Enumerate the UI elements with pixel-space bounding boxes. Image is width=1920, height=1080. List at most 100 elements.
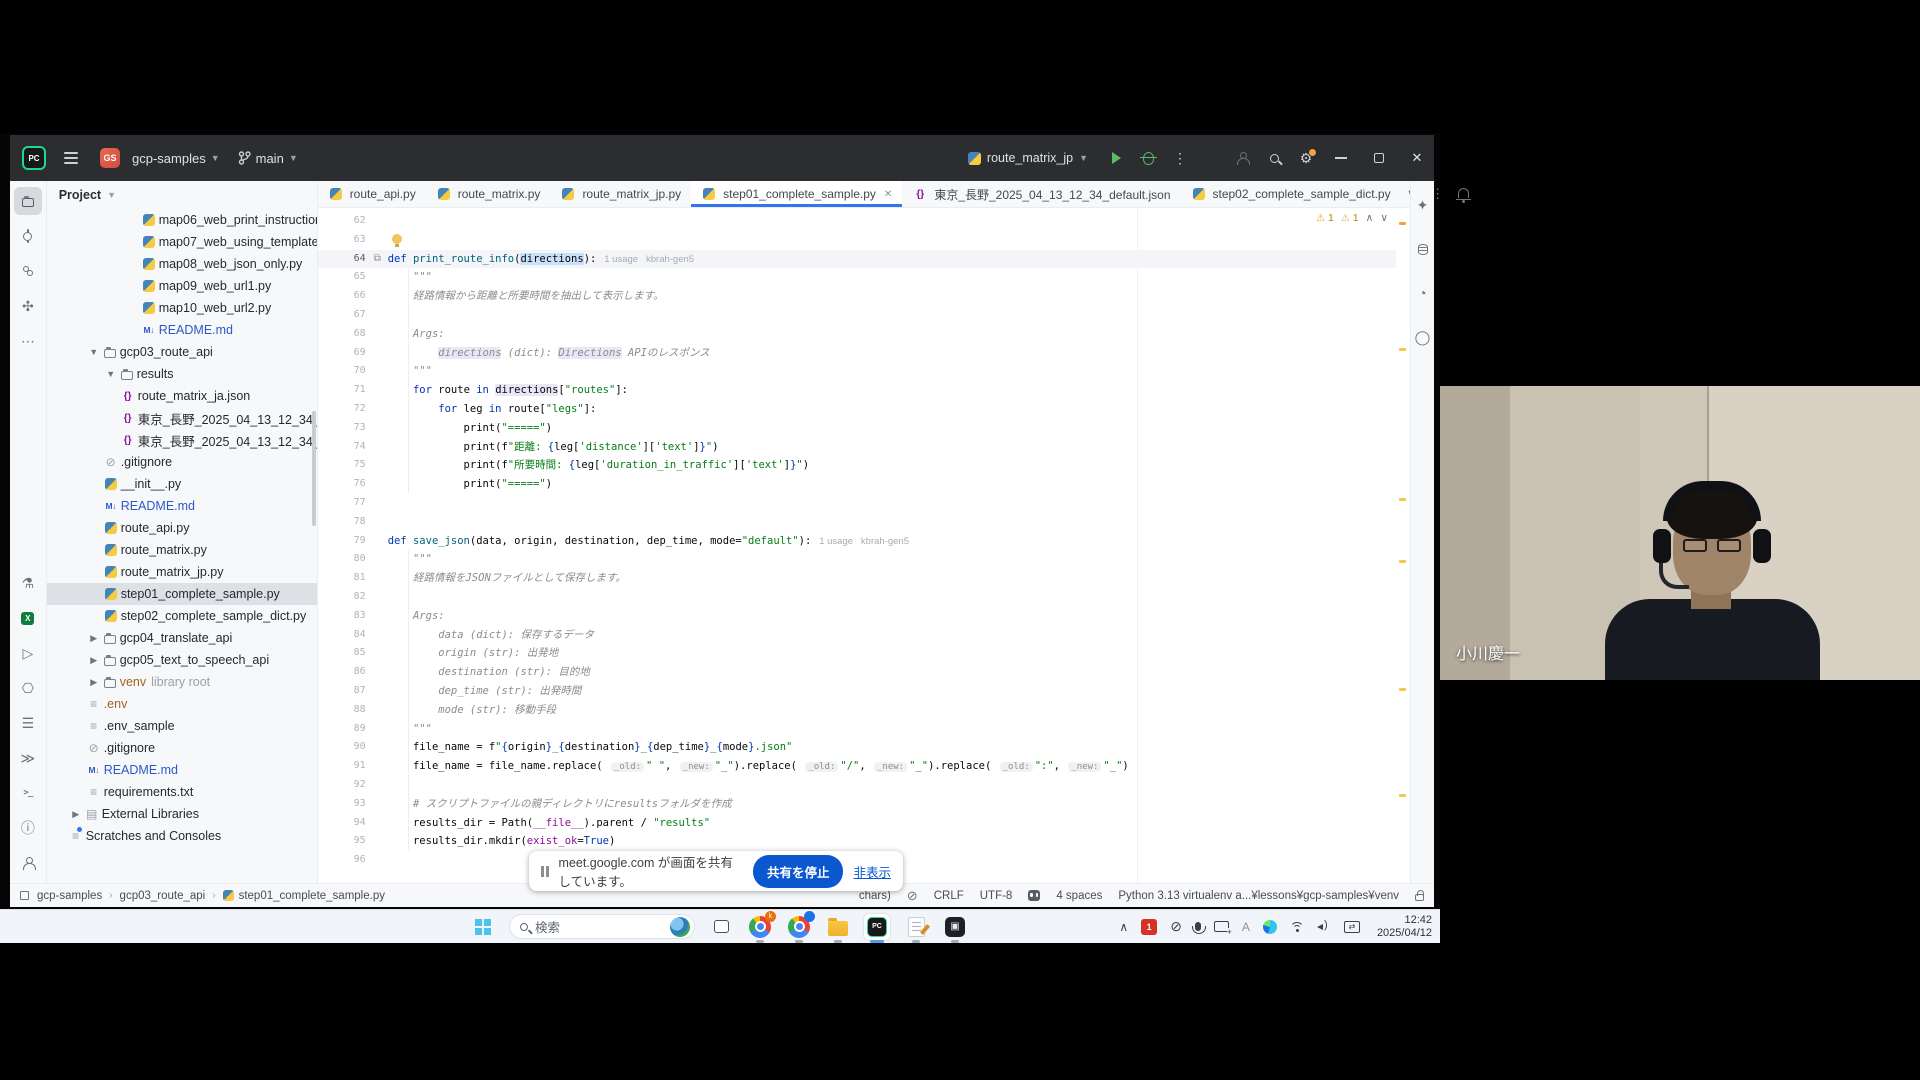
vcs-branch-selector[interactable]: main ▼ (238, 151, 298, 166)
dark-app-button[interactable]: ▣ (942, 914, 968, 940)
tree-item[interactable]: route_matrix.py (47, 539, 317, 561)
ring-tool-icon[interactable]: ◯ (1409, 323, 1437, 351)
editor-tab[interactable]: {}東京_長野_2025_04_13_12_34_default.json (902, 181, 1180, 207)
ai-assistant-icon[interactable]: ✦ (1409, 191, 1437, 219)
tree-item[interactable]: ⊘.gitignore (47, 451, 317, 473)
python-packages-icon[interactable]: ⎔ (14, 674, 42, 702)
project-scrollbar[interactable] (312, 411, 316, 526)
tree-item[interactable]: M↓README.md (47, 759, 317, 781)
donut-tool-icon[interactable]: ◔ (1409, 279, 1437, 307)
breadcrumb-file[interactable]: step01_complete_sample.py (239, 890, 385, 902)
stripe-warning-mark[interactable] (1399, 560, 1406, 563)
tree-item[interactable]: ▶▤External Libraries (47, 803, 317, 825)
meet-date-badge[interactable]: 1 (1141, 919, 1157, 935)
tree-item[interactable]: map09_web_url1.py (47, 275, 317, 297)
editor-tab[interactable]: step01_complete_sample.py✕ (691, 181, 902, 207)
no-highlight-icon[interactable]: ⊘ (907, 888, 918, 904)
interpreter-widget[interactable]: Python 3.13 virtualenv a...¥lessons¥gcp-… (1118, 890, 1399, 902)
code-editor[interactable]: 626364⧉def print_route_info(directions):… (318, 208, 1410, 883)
tree-item[interactable]: ⊘.gitignore (47, 737, 317, 759)
run-button[interactable] (1102, 145, 1130, 171)
ime-language-icon[interactable]: ⇄ (1344, 921, 1360, 933)
chrome-profile2-button[interactable] (786, 914, 812, 940)
close-tab-icon[interactable]: ✕ (884, 189, 892, 200)
prev-problem-icon[interactable]: ∧ (1366, 212, 1374, 224)
editor-tab[interactable]: step02_complete_sample_dict.py (1181, 181, 1401, 207)
breadcrumb-folder[interactable]: gcp03_route_api (120, 890, 206, 902)
tree-item[interactable]: route_matrix_jp.py (47, 561, 317, 583)
pycharm-taskbar-button[interactable]: PC (864, 914, 890, 940)
tree-item[interactable]: ▶venvlibrary root (47, 671, 317, 693)
tree-item[interactable]: M↓README.md (47, 319, 317, 341)
notifications-bell-button[interactable] (1453, 183, 1475, 205)
tree-item[interactable]: ≡.env (47, 693, 317, 715)
tree-item[interactable]: map10_web_url2.py (47, 297, 317, 319)
tree-item[interactable]: ▶gcp05_text_to_speech_api (47, 649, 317, 671)
problems-icon[interactable]: ⓘ (14, 814, 42, 842)
debug-button[interactable] (1134, 145, 1162, 171)
close-button[interactable]: ✕ (1400, 143, 1434, 173)
commit-icon[interactable] (14, 222, 42, 250)
tree-item[interactable]: {}route_matrix_ja.json (47, 385, 317, 407)
tree-item[interactable]: map07_web_using_template.py (47, 231, 317, 253)
notepad-button[interactable] (903, 914, 929, 940)
database-icon[interactable] (1409, 235, 1437, 263)
gutter-usage-icon[interactable]: ⧉ (374, 250, 381, 269)
editor-tab[interactable]: route_matrix.py (426, 181, 551, 207)
file-explorer-button[interactable] (825, 914, 851, 940)
wifi-icon[interactable] (1290, 922, 1304, 932)
volume-icon[interactable] (1317, 921, 1331, 933)
hidden-eye-icon[interactable]: ⊘ (1170, 918, 1182, 935)
edge-browser-icon[interactable] (1263, 920, 1277, 934)
cast-screen-icon[interactable] (1214, 921, 1229, 932)
breadcrumb-project[interactable]: gcp-samples (37, 890, 102, 902)
stripe-warning-mark[interactable] (1399, 794, 1406, 797)
main-menu-icon[interactable] (56, 144, 86, 172)
lock-icon[interactable] (1415, 894, 1424, 901)
inspections-widget[interactable]: ⚠ 1 ⚠ 1 ∧ ∨ (1316, 212, 1388, 224)
encoding-widget[interactable]: UTF-8 (980, 890, 1013, 902)
microphone-icon[interactable] (1195, 922, 1201, 931)
tree-item[interactable]: ≡.env_sample (47, 715, 317, 737)
pull-requests-icon[interactable] (14, 257, 42, 285)
project-selector[interactable]: GS gcp-samples ▼ (100, 148, 220, 168)
stripe-warning-mark[interactable] (1399, 688, 1406, 691)
stripe-warning-mark[interactable] (1399, 222, 1406, 225)
task-view-button[interactable] (708, 914, 734, 940)
run-configuration-selector[interactable]: route_matrix_jp ▼ (968, 151, 1088, 165)
intention-bulb-icon[interactable] (392, 234, 402, 244)
next-problem-icon[interactable]: ∨ (1380, 212, 1388, 224)
stripe-warning-mark[interactable] (1399, 498, 1406, 501)
tree-item[interactable]: map06_web_print_instructions.py (47, 209, 317, 231)
editor-tab[interactable]: route_api.py (318, 181, 426, 207)
search-highlight-image[interactable] (670, 917, 690, 937)
search-everywhere-button[interactable] (1260, 145, 1288, 171)
user-icon[interactable] (14, 849, 42, 877)
tree-item[interactable]: ≡requirements.txt (47, 781, 317, 803)
indent-widget[interactable]: 4 spaces (1056, 890, 1102, 902)
settings-button[interactable]: ⚙ (1292, 145, 1320, 171)
copilot-icon[interactable] (1028, 890, 1040, 901)
services-icon[interactable]: ☰ (14, 709, 42, 737)
editor-tab[interactable]: route_matrix_jp.py (550, 181, 691, 207)
project-panel-header[interactable]: Project ▼ (47, 181, 317, 209)
hide-popup-link[interactable]: 非表示 (853, 862, 891, 881)
taskbar-search-box[interactable]: 検索 (509, 914, 695, 939)
code-with-me-button[interactable] (1228, 145, 1256, 171)
tree-item[interactable]: __init__.py (47, 473, 317, 495)
structure-icon[interactable]: ✣ (14, 292, 42, 320)
tree-item[interactable]: ▼gcp03_route_api (47, 341, 317, 363)
tree-item[interactable]: {}東京_長野_2025_04_13_12_34_walking.j (47, 429, 317, 451)
chrome-profile1-button[interactable]: k (747, 914, 773, 940)
tree-item[interactable]: {}東京_長野_2025_04_13_12_34_default.js (47, 407, 317, 429)
project-folder-icon[interactable] (14, 187, 42, 215)
stripe-warning-mark[interactable] (1399, 348, 1406, 351)
tree-item[interactable]: ▼results (47, 363, 317, 385)
tray-expand-icon[interactable]: ∧ (1119, 920, 1128, 934)
tree-item[interactable]: M↓README.md (47, 495, 317, 517)
science-icon[interactable]: ⚗ (14, 569, 42, 597)
more-run-options-button[interactable]: ⋮ (1166, 145, 1194, 171)
tree-item[interactable]: map08_web_json_only.py (47, 253, 317, 275)
tree-item[interactable]: step02_complete_sample_dict.py (47, 605, 317, 627)
tree-item[interactable]: ≡Scratches and Consoles (47, 825, 317, 847)
